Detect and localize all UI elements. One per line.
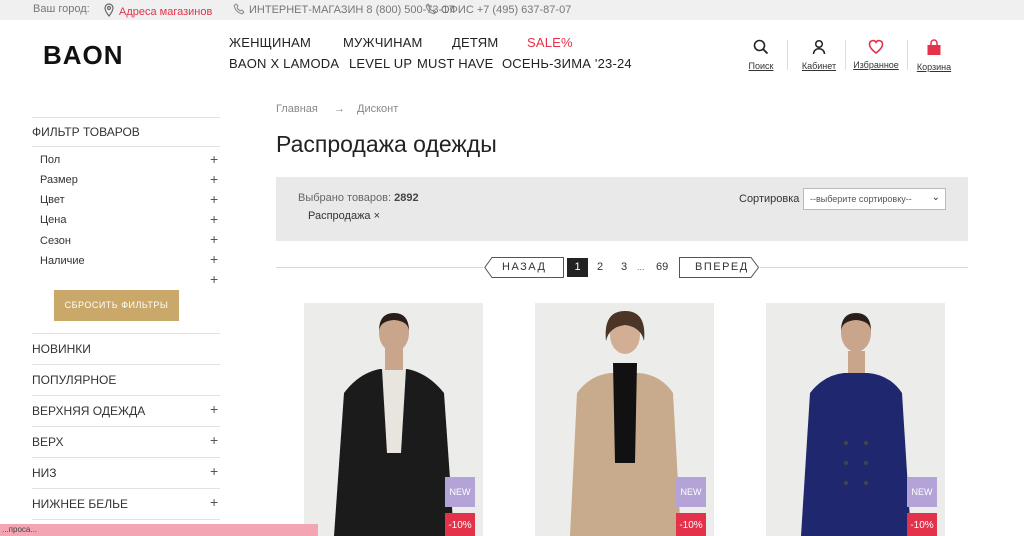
divider	[276, 267, 483, 268]
divider	[32, 364, 220, 365]
plus-icon[interactable]: +	[210, 464, 218, 478]
location-pin-icon	[104, 3, 114, 17]
divider	[787, 40, 788, 70]
divider	[907, 40, 908, 70]
filter-title: ФИЛЬТР ТОВАРОВ	[32, 125, 140, 139]
shop-phone-wrap[interactable]: ИНТЕРНЕТ-МАГАЗИН 8 (800) 500-73-17	[233, 3, 454, 16]
bag-icon	[927, 39, 941, 55]
category-popular[interactable]: ПОПУЛЯРНОЕ	[32, 373, 116, 387]
office-phone-wrap[interactable]: ОФИС +7 (495) 637-87-07	[425, 3, 571, 16]
category-tops[interactable]: ВЕРХ	[32, 435, 63, 449]
plus-icon[interactable]: +	[210, 152, 218, 166]
heart-icon	[868, 39, 884, 54]
shop-phone[interactable]: ИНТЕРНЕТ-МАГАЗИН 8 (800) 500-73-17	[249, 4, 454, 16]
top-bar: Ваш город: Адреса магазинов ИНТЕРНЕТ-МАГ…	[0, 0, 1024, 20]
chevron-down-icon: ⌄	[931, 192, 940, 203]
page-2[interactable]: 2	[597, 261, 603, 273]
page-title: Распродажа одежды	[276, 131, 497, 157]
city-label: Ваш город:	[33, 3, 90, 15]
badge-discount: -10%	[445, 513, 475, 536]
results-count: Выбрано товаров: 2892	[298, 192, 419, 204]
category-outerwear[interactable]: ВЕРХНЯЯ ОДЕЖДА	[32, 404, 145, 418]
plus-icon[interactable]: +	[210, 232, 218, 246]
breadcrumb-current: Дисконт	[357, 103, 399, 115]
reset-filters-button[interactable]: СБРОСИТЬ ФИЛЬТРЫ	[54, 290, 179, 321]
page-last[interactable]: 69	[656, 261, 668, 273]
nav-baon-lamoda[interactable]: BAON X LAMODA	[229, 56, 339, 71]
plus-icon[interactable]: +	[210, 192, 218, 206]
nav-sale[interactable]: SALE%	[527, 35, 573, 50]
plus-icon[interactable]: +	[210, 212, 218, 226]
phone-icon	[233, 3, 245, 15]
filter-season[interactable]: Сезон	[40, 235, 71, 247]
search-button[interactable]: Поиск	[741, 39, 781, 71]
badge-new: NEW	[676, 477, 706, 507]
plus-icon[interactable]: +	[210, 495, 218, 509]
nav-men[interactable]: МУЖЧИНАМ	[343, 35, 423, 50]
filter-gender[interactable]: Пол	[40, 154, 60, 166]
active-filter-tag[interactable]: Распродажа ×	[308, 210, 380, 222]
search-icon	[753, 39, 769, 55]
filter-price[interactable]: Цена	[40, 214, 66, 226]
stores-link[interactable]: Адреса магазинов	[119, 6, 212, 18]
divider	[32, 333, 220, 334]
badge-new: NEW	[907, 477, 937, 507]
cart-label[interactable]: Корзина	[914, 62, 954, 72]
plus-icon[interactable]: +	[210, 272, 218, 286]
divider	[32, 146, 220, 147]
nav-must-have[interactable]: MUST HAVE	[417, 56, 493, 71]
nav-women[interactable]: ЖЕНЩИНАМ	[229, 35, 311, 50]
divider	[760, 267, 968, 268]
user-icon	[812, 39, 826, 55]
badge-new: NEW	[445, 477, 475, 507]
page-3[interactable]: 3	[621, 261, 627, 273]
logo[interactable]: BAON	[43, 40, 124, 71]
nav-level-up[interactable]: LEVEL UP	[349, 56, 412, 71]
divider	[32, 457, 220, 458]
divider	[32, 117, 220, 118]
category-bottoms[interactable]: НИЗ	[32, 466, 57, 480]
account-button[interactable]: Кабинет	[799, 39, 839, 71]
category-underwear[interactable]: НИЖНЕЕ БЕЛЬЕ	[32, 497, 128, 511]
prev-page-button[interactable]: НАЗАД	[502, 261, 546, 273]
next-page-button[interactable]: ВПЕРЕД	[695, 261, 749, 273]
page-current[interactable]: 1	[567, 258, 588, 277]
divider	[32, 426, 220, 427]
badge-discount: -10%	[676, 513, 706, 536]
breadcrumb-home[interactable]: Главная	[276, 103, 318, 115]
status-bar: ...проса...	[0, 524, 318, 536]
favorites-button[interactable]: Избранное	[852, 39, 900, 70]
cart-button[interactable]: Корзина	[914, 39, 954, 72]
phone-icon	[425, 3, 437, 15]
nav-kids[interactable]: ДЕТЯМ	[452, 35, 498, 50]
search-label[interactable]: Поиск	[741, 61, 781, 71]
page-ellipsis: ...	[637, 262, 645, 272]
results-panel: Выбрано товаров: 2892 Распродажа × Сорти…	[276, 177, 968, 241]
filter-availability[interactable]: Наличие	[40, 255, 85, 267]
favorites-label[interactable]: Избранное	[852, 60, 900, 70]
product-card[interactable]: NEW -10%	[304, 303, 483, 536]
divider	[845, 40, 846, 70]
plus-icon[interactable]: +	[210, 433, 218, 447]
divider	[32, 519, 220, 520]
product-card[interactable]: NEW -10%	[766, 303, 945, 536]
category-new[interactable]: НОВИНКИ	[32, 342, 91, 356]
account-label[interactable]: Кабинет	[799, 61, 839, 71]
plus-icon[interactable]: +	[210, 172, 218, 186]
sort-label: Сортировка	[739, 193, 800, 205]
badge-discount: -10%	[907, 513, 937, 536]
sort-select[interactable]: --выберите сортировку-- ⌄	[803, 188, 946, 210]
product-card[interactable]: NEW -10%	[535, 303, 714, 536]
divider	[32, 488, 220, 489]
stores-link-wrap[interactable]: Адреса магазинов	[103, 3, 212, 18]
filter-size[interactable]: Размер	[40, 174, 78, 186]
plus-icon[interactable]: +	[210, 402, 218, 416]
plus-icon[interactable]: +	[210, 252, 218, 266]
divider	[32, 395, 220, 396]
nav-autumn-winter[interactable]: ОСЕНЬ-ЗИМА '23-24	[502, 56, 632, 71]
breadcrumb-arrow: →	[334, 103, 345, 115]
filter-color[interactable]: Цвет	[40, 194, 65, 206]
office-phone[interactable]: ОФИС +7 (495) 637-87-07	[441, 4, 571, 16]
